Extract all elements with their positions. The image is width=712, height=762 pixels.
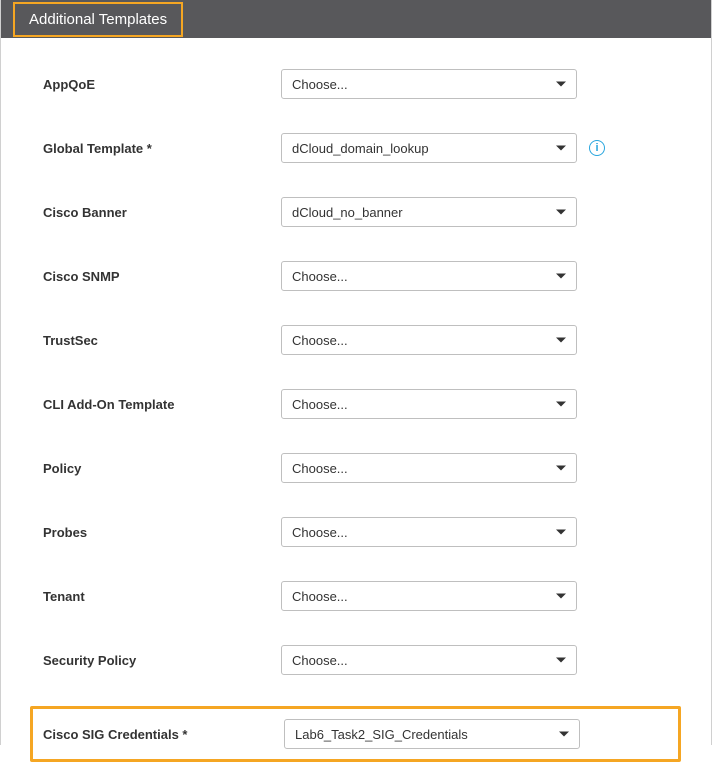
select-appqoe-wrapper: Choose... <box>281 69 577 99</box>
select-cisco-banner-wrapper: dCloud_no_banner <box>281 197 577 227</box>
additional-templates-panel: Additional Templates AppQoE Choose... Gl… <box>0 0 712 745</box>
row-sig-credentials: Cisco SIG Credentials * Lab6_Task2_SIG_C… <box>30 706 681 762</box>
label-probes: Probes <box>43 525 281 540</box>
select-probes-wrapper: Choose... <box>281 517 577 547</box>
caret-down-icon <box>556 274 566 279</box>
row-trustsec: TrustSec Choose... <box>43 322 711 358</box>
select-cli-addon-value: Choose... <box>292 397 348 412</box>
caret-down-icon <box>556 82 566 87</box>
label-security-policy: Security Policy <box>43 653 281 668</box>
select-security-policy-wrapper: Choose... <box>281 645 577 675</box>
row-global-template: Global Template * dCloud_domain_lookup i <box>43 130 711 166</box>
row-cisco-snmp: Cisco SNMP Choose... <box>43 258 711 294</box>
select-trustsec[interactable]: Choose... <box>281 325 577 355</box>
panel-header: Additional Templates <box>1 0 711 38</box>
row-probes: Probes Choose... <box>43 514 711 550</box>
caret-down-icon <box>559 732 569 737</box>
select-trustsec-wrapper: Choose... <box>281 325 577 355</box>
select-appqoe-value: Choose... <box>292 77 348 92</box>
row-tenant: Tenant Choose... <box>43 578 711 614</box>
label-cisco-snmp: Cisco SNMP <box>43 269 281 284</box>
select-cisco-snmp[interactable]: Choose... <box>281 261 577 291</box>
select-probes[interactable]: Choose... <box>281 517 577 547</box>
select-global-template[interactable]: dCloud_domain_lookup <box>281 133 577 163</box>
select-trustsec-value: Choose... <box>292 333 348 348</box>
select-tenant[interactable]: Choose... <box>281 581 577 611</box>
select-cli-addon-wrapper: Choose... <box>281 389 577 419</box>
select-global-template-value: dCloud_domain_lookup <box>292 141 429 156</box>
row-cli-addon: CLI Add-On Template Choose... <box>43 386 711 422</box>
caret-down-icon <box>556 530 566 535</box>
select-tenant-wrapper: Choose... <box>281 581 577 611</box>
label-global-template: Global Template * <box>43 141 281 156</box>
select-probes-value: Choose... <box>292 525 348 540</box>
row-security-policy: Security Policy Choose... <box>43 642 711 678</box>
select-cisco-snmp-value: Choose... <box>292 269 348 284</box>
caret-down-icon <box>556 210 566 215</box>
select-policy[interactable]: Choose... <box>281 453 577 483</box>
select-global-template-wrapper: dCloud_domain_lookup <box>281 133 577 163</box>
select-cisco-snmp-wrapper: Choose... <box>281 261 577 291</box>
label-trustsec: TrustSec <box>43 333 281 348</box>
select-cisco-banner-value: dCloud_no_banner <box>292 205 403 220</box>
select-tenant-value: Choose... <box>292 589 348 604</box>
select-sig-credentials-value: Lab6_Task2_SIG_Credentials <box>295 727 468 742</box>
caret-down-icon <box>556 594 566 599</box>
caret-down-icon <box>556 402 566 407</box>
label-sig-credentials: Cisco SIG Credentials * <box>43 727 284 742</box>
row-policy: Policy Choose... <box>43 450 711 486</box>
label-appqoe: AppQoE <box>43 77 281 92</box>
caret-down-icon <box>556 146 566 151</box>
caret-down-icon <box>556 658 566 663</box>
label-tenant: Tenant <box>43 589 281 604</box>
select-policy-value: Choose... <box>292 461 348 476</box>
caret-down-icon <box>556 338 566 343</box>
row-appqoe: AppQoE Choose... <box>43 66 711 102</box>
caret-down-icon <box>556 466 566 471</box>
label-policy: Policy <box>43 461 281 476</box>
select-cisco-banner[interactable]: dCloud_no_banner <box>281 197 577 227</box>
form-body: AppQoE Choose... Global Template * dClou… <box>1 38 711 762</box>
select-security-policy[interactable]: Choose... <box>281 645 577 675</box>
label-cisco-banner: Cisco Banner <box>43 205 281 220</box>
panel-title: Additional Templates <box>13 2 183 37</box>
row-cisco-banner: Cisco Banner dCloud_no_banner <box>43 194 711 230</box>
select-security-policy-value: Choose... <box>292 653 348 668</box>
select-policy-wrapper: Choose... <box>281 453 577 483</box>
info-icon[interactable]: i <box>589 140 605 156</box>
select-appqoe[interactable]: Choose... <box>281 69 577 99</box>
label-cli-addon: CLI Add-On Template <box>43 397 281 412</box>
select-cli-addon[interactable]: Choose... <box>281 389 577 419</box>
